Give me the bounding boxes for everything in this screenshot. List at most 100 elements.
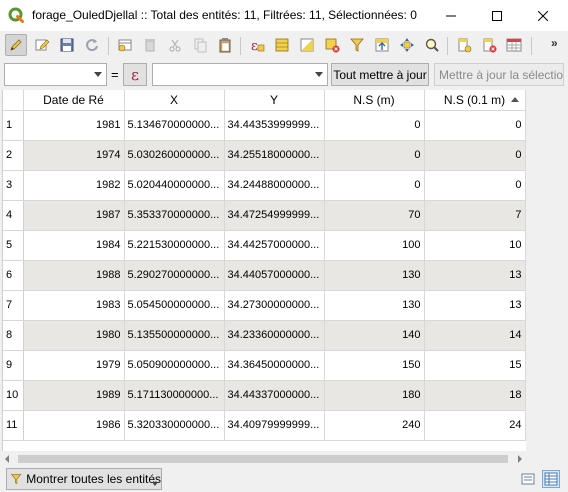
cell-y[interactable]: 34.44353999999... <box>224 110 325 141</box>
row-number[interactable]: 3 <box>3 170 24 201</box>
cell-x[interactable]: 5.320330000000... <box>124 410 225 441</box>
vertical-scroll-area[interactable] <box>526 90 568 451</box>
new-field-button[interactable] <box>453 34 475 56</box>
cell-y[interactable]: 34.44257000000... <box>224 230 325 261</box>
delete-feature-button[interactable] <box>139 34 161 56</box>
cell-date[interactable]: 1987 <box>23 200 125 231</box>
delete-field-button[interactable] <box>478 34 500 56</box>
cell-x[interactable]: 5.135500000000... <box>124 320 225 351</box>
cell-y[interactable]: 34.36450000000... <box>224 350 325 381</box>
cell-x[interactable]: 5.134670000000... <box>124 110 225 141</box>
scroll-right-icon[interactable] <box>518 455 522 463</box>
cell-ns-01m[interactable]: 14 <box>424 320 526 351</box>
save-edits-button[interactable] <box>56 34 78 56</box>
table-row[interactable]: 9 1979 5.050900000000... 34.36450000000... 1… <box>3 350 526 381</box>
zoom-to-selected-button[interactable] <box>421 34 443 56</box>
cell-date[interactable]: 1974 <box>23 140 125 171</box>
cell-ns-01m[interactable]: 0 <box>424 110 526 141</box>
cell-date[interactable]: 1980 <box>23 320 125 351</box>
table-row[interactable]: 2 1974 5.030260000000... 34.25518000000... 0… <box>3 140 526 171</box>
table-row[interactable]: 6 1988 5.290270000000... 34.44057000000... 1… <box>3 260 526 291</box>
cell-ns-m[interactable]: 240 <box>324 410 425 441</box>
close-button[interactable] <box>520 0 566 31</box>
cell-y[interactable]: 34.24488000000... <box>224 170 325 201</box>
cell-ns-m[interactable]: 70 <box>324 200 425 231</box>
deselect-button[interactable] <box>321 34 343 56</box>
multi-edit-button[interactable] <box>31 34 53 56</box>
cell-ns-01m[interactable]: 15 <box>424 350 526 381</box>
cell-x[interactable]: 5.030260000000... <box>124 140 225 171</box>
cell-ns-01m[interactable]: 18 <box>424 380 526 411</box>
table-view-button[interactable] <box>542 470 560 488</box>
row-number[interactable]: 4 <box>3 200 24 231</box>
table-row[interactable]: 8 1980 5.135500000000... 34.23360000000... 1… <box>3 320 526 351</box>
row-number[interactable]: 1 <box>3 110 24 141</box>
cell-x[interactable]: 5.171130000000... <box>124 380 225 411</box>
show-all-features-button[interactable]: Montrer toutes les entités <box>6 468 162 490</box>
column-header-ns-01m[interactable]: N.S (0.1 m) <box>424 90 526 111</box>
form-view-button[interactable] <box>519 470 537 488</box>
cell-date[interactable]: 1982 <box>23 170 125 201</box>
cell-ns-m[interactable]: 0 <box>324 140 425 171</box>
table-row[interactable]: 10 1989 5.171130000000... 34.44337000000...… <box>3 380 526 411</box>
row-number[interactable]: 6 <box>3 260 24 291</box>
cell-ns-m[interactable]: 130 <box>324 260 425 291</box>
row-number[interactable]: 11 <box>3 410 24 441</box>
cell-ns-01m[interactable]: 7 <box>424 200 526 231</box>
expression-builder-button[interactable]: ε <box>123 63 147 86</box>
cell-ns-m[interactable]: 130 <box>324 290 425 321</box>
invert-selection-button[interactable] <box>296 34 318 56</box>
cell-ns-01m[interactable]: 0 <box>424 170 526 201</box>
row-number[interactable]: 8 <box>3 320 24 351</box>
maximize-button[interactable] <box>474 0 520 31</box>
toggle-editing-button[interactable] <box>5 34 27 56</box>
cell-ns-m[interactable]: 100 <box>324 230 425 261</box>
paste-button[interactable] <box>214 34 236 56</box>
pan-to-selected-button[interactable] <box>396 34 418 56</box>
row-number[interactable]: 9 <box>3 350 24 381</box>
table-row[interactable]: 1 1981 5.134670000000... 34.44353999999... 0… <box>3 110 526 141</box>
cell-ns-m[interactable]: 140 <box>324 320 425 351</box>
move-selection-to-top-button[interactable] <box>371 34 393 56</box>
column-header-y[interactable]: Y <box>224 90 325 111</box>
scroll-left-icon[interactable] <box>5 455 9 463</box>
cell-ns-01m[interactable]: 13 <box>424 290 526 321</box>
column-header-x[interactable]: X <box>124 90 225 111</box>
cell-x[interactable]: 5.290270000000... <box>124 260 225 291</box>
row-number[interactable]: 2 <box>3 140 24 171</box>
cell-ns-01m[interactable]: 10 <box>424 230 526 261</box>
minimize-button[interactable] <box>428 0 474 31</box>
cell-ns-01m[interactable]: 0 <box>424 140 526 171</box>
cell-date[interactable]: 1986 <box>23 410 125 441</box>
horizontal-scrollbar[interactable] <box>2 451 526 467</box>
row-number[interactable]: 10 <box>3 380 24 411</box>
update-selected-button[interactable]: Mettre à jour la sélection <box>434 63 564 86</box>
cell-x[interactable]: 5.054500000000... <box>124 290 225 321</box>
cell-x[interactable]: 5.353370000000... <box>124 200 225 231</box>
cell-date[interactable]: 1983 <box>23 290 125 321</box>
cell-date[interactable]: 1984 <box>23 230 125 261</box>
filter-selected-button[interactable] <box>346 34 368 56</box>
select-all-button[interactable] <box>271 34 293 56</box>
table-row[interactable]: 5 1984 5.221530000000... 34.44257000000... 1… <box>3 230 526 261</box>
scrollbar-thumb[interactable] <box>18 455 508 463</box>
cell-x[interactable]: 5.020440000000... <box>124 170 225 201</box>
cell-date[interactable]: 1989 <box>23 380 125 411</box>
cell-ns-m[interactable]: 0 <box>324 170 425 201</box>
row-number[interactable]: 5 <box>3 230 24 261</box>
cell-ns-01m[interactable]: 13 <box>424 260 526 291</box>
corner-cell[interactable] <box>3 90 24 111</box>
column-header-ns-m[interactable]: N.S (m) <box>324 90 425 111</box>
cell-ns-m[interactable]: 150 <box>324 350 425 381</box>
cell-date[interactable]: 1979 <box>23 350 125 381</box>
add-feature-button[interactable] <box>114 34 136 56</box>
cell-ns-m[interactable]: 0 <box>324 110 425 141</box>
cell-y[interactable]: 34.44337000000... <box>224 380 325 411</box>
cell-y[interactable]: 34.25518000000... <box>224 140 325 171</box>
toolbar-overflow-button[interactable]: » <box>551 36 558 50</box>
table-row[interactable]: 3 1982 5.020440000000... 34.24488000000... 0… <box>3 170 526 201</box>
row-number[interactable]: 7 <box>3 290 24 321</box>
select-by-expression-button[interactable]: ε <box>246 34 268 56</box>
cut-button[interactable] <box>164 34 186 56</box>
column-header-date[interactable]: Date de Ré <box>23 90 125 111</box>
